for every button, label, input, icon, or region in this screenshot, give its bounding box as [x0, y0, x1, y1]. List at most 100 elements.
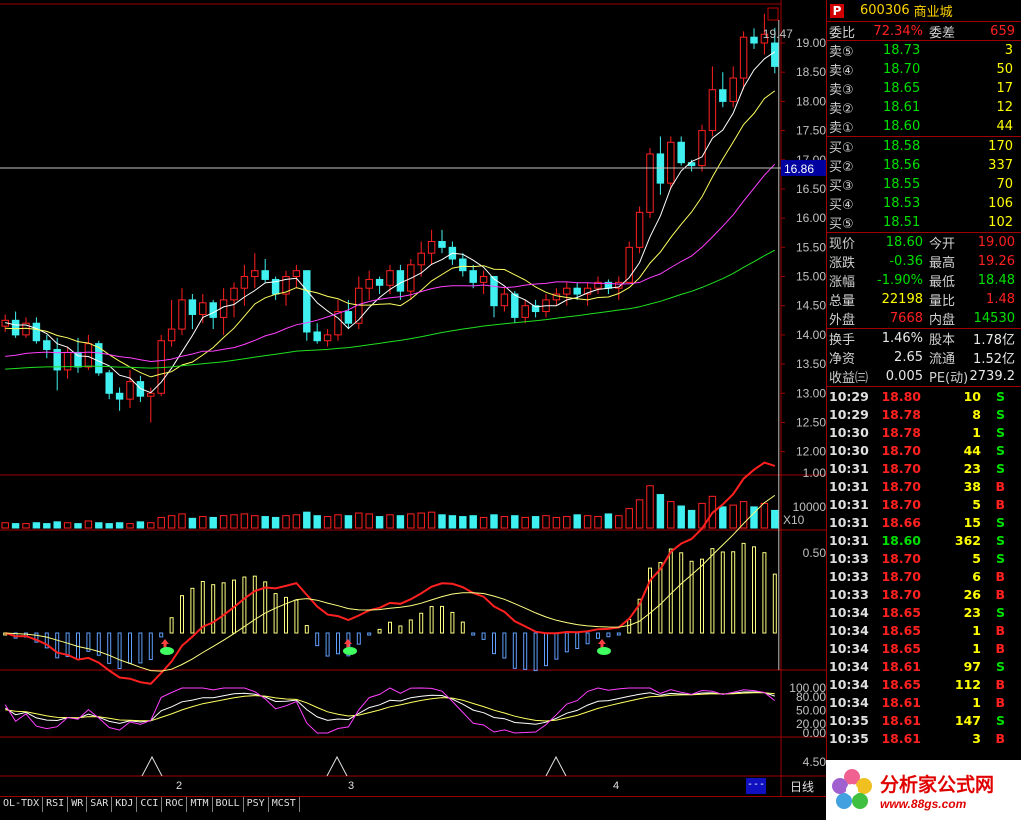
tab-wr[interactable]: WR	[68, 797, 88, 812]
tick-row[interactable]: 10:31 18.70 23 S	[827, 459, 1021, 477]
candle-down	[105, 372, 113, 394]
tick-row[interactable]: 10:35 18.61 147 S	[827, 711, 1021, 729]
candle-up	[667, 141, 675, 184]
asks-row[interactable]: 卖① 18.60 44	[827, 117, 1021, 136]
quote-value: 7668	[889, 311, 923, 326]
volume-bar-up	[355, 512, 363, 529]
signal-panel[interactable]: 4.50	[141, 755, 826, 777]
tab-boll[interactable]: BOLL	[212, 797, 244, 812]
tick-row[interactable]: 10:34 18.61 1 B	[827, 693, 1021, 711]
fund-value: 1.46%	[881, 331, 923, 346]
tab-cci[interactable]: CCI	[137, 797, 163, 812]
tick-direction: B	[995, 676, 1005, 692]
candlesticks[interactable]	[1, 13, 779, 423]
tick-price: 18.65	[881, 622, 921, 638]
tick-row[interactable]: 10:31 18.60 362 S	[827, 531, 1021, 549]
volume-bar-up	[22, 523, 30, 529]
quote-value: 18.60	[885, 235, 923, 250]
volume-bar-down	[719, 506, 727, 529]
asks-row[interactable]: 卖④ 18.70 50	[827, 60, 1021, 79]
asks-row[interactable]: 卖② 18.61 12	[827, 98, 1021, 117]
indicator-bar	[762, 552, 767, 634]
tick-row[interactable]: 10:33 18.70 5 S	[827, 549, 1021, 567]
tick-row[interactable]: 10:33 18.70 26 B	[827, 585, 1021, 603]
tick-row[interactable]: 10:29 18.80 10 S	[827, 387, 1021, 405]
volume-bars[interactable]: 10000X10	[1, 485, 826, 529]
tick-row[interactable]: 10:34 18.65 1 B	[827, 639, 1021, 657]
tick-time: 10:34	[829, 694, 869, 710]
quote-label: 外盘	[829, 313, 856, 328]
tick-row[interactable]: 10:34 18.65 112 B	[827, 675, 1021, 693]
tick-volume: 26	[963, 586, 981, 602]
bids-price: 18.55	[883, 177, 921, 192]
tick-row[interactable]: 10:31 18.70 5 B	[827, 495, 1021, 513]
volume-bar-up	[563, 516, 571, 529]
tick-row[interactable]: 10:34 18.61 97 S	[827, 657, 1021, 675]
period-label[interactable]: 日线	[790, 778, 814, 795]
bids-row[interactable]: 买① 18.58 170	[827, 137, 1021, 156]
kdj-panel[interactable]: 100.0080.0050.0020.000.00	[4, 681, 826, 740]
bids-volume: 106	[988, 196, 1013, 211]
quote-row: 涨幅 -1.90% 最低 18.48	[827, 271, 1021, 290]
bids-row[interactable]: 买④ 18.53 106	[827, 194, 1021, 213]
tab-rsi[interactable]: RSI	[43, 797, 69, 812]
moving-average-lines	[5, 51, 776, 394]
tick-row[interactable]: 10:33 18.70 6 B	[827, 567, 1021, 585]
asks-label: 卖②	[829, 102, 854, 117]
tick-direction: B	[995, 730, 1005, 746]
volume-bar-up	[157, 516, 165, 529]
asks-row[interactable]: 卖③ 18.65 17	[827, 79, 1021, 98]
tab-ol-tdx[interactable]: OL-TDX	[0, 797, 44, 812]
tab-sar[interactable]: SAR	[87, 797, 113, 812]
indicator-bar	[679, 552, 684, 634]
quote-row: 涨跌 -0.36 最高 19.26	[827, 252, 1021, 271]
tick-time: 10:29	[829, 388, 869, 404]
asks-row[interactable]: 卖⑤ 18.73 3	[827, 41, 1021, 60]
candle-up	[178, 299, 186, 330]
kdj-axis-label: 50.00	[796, 704, 826, 718]
tab-mcst[interactable]: MCST	[268, 797, 300, 812]
tab-psy[interactable]: PSY	[243, 797, 269, 812]
bids-price: 18.56	[883, 158, 921, 173]
tab-mtm[interactable]: MTM	[187, 797, 213, 812]
fund-row: 收益㈢ 0.005 PE(动) 2739.2	[827, 367, 1021, 386]
chart-area[interactable]: 19.00 18.50 18.00 17.50 17.00 16.50 16.00 15.50…	[0, 0, 826, 820]
tick-list[interactable]: 10:29 18.80 10 S 10:29 18.78 8 S 10:30 18.78 1 S 10:…	[827, 387, 1021, 747]
tick-row[interactable]: 10:34 18.65 1 B	[827, 621, 1021, 639]
volume-bar-up	[417, 512, 425, 529]
p-badge[interactable]: P	[830, 3, 844, 18]
quote-row: 外盘 7668 内盘 14530	[827, 309, 1021, 328]
dash-button[interactable]: ---	[746, 778, 766, 794]
indicator-bar	[772, 573, 777, 634]
price-tick-label: 15.50	[796, 240, 826, 254]
tab-roc[interactable]: ROC	[162, 797, 188, 812]
gem-icon	[343, 647, 357, 655]
bids-row[interactable]: 买③ 18.55 70	[827, 175, 1021, 194]
date-label-mar: 3	[348, 780, 355, 792]
indicator-panel[interactable]: 1.00 0.50	[3, 461, 826, 685]
tick-row[interactable]: 10:29 18.78 8 S	[827, 405, 1021, 423]
volume-bar-down	[32, 522, 41, 529]
candle-down	[313, 331, 321, 342]
stock-chart[interactable]: 19.0018.5018.0017.5017.0016.5016.0015.50…	[0, 0, 826, 796]
tick-direction: B	[995, 478, 1005, 494]
tick-row[interactable]: 10:34 18.65 23 S	[827, 603, 1021, 621]
volume-bar-up	[334, 514, 342, 529]
bids-row[interactable]: 买⑤ 18.51 102	[827, 213, 1021, 232]
tick-row[interactable]: 10:30 18.78 1 S	[827, 423, 1021, 441]
quote-value: -1.90%	[877, 273, 923, 288]
ask-book: 卖⑤ 18.73 3 卖④ 18.70 50 卖③ 18.65 17 卖② 18.61 12 卖① 18.…	[827, 41, 1021, 137]
quote-stats: 现价 18.60 今开 19.00 涨跌 -0.36 最高 19.26 涨幅 -1.90% 最低 18…	[827, 233, 1021, 329]
tick-price: 18.61	[881, 694, 921, 710]
tick-row[interactable]: 10:31 18.66 15 S	[827, 513, 1021, 531]
tick-row[interactable]: 10:31 18.70 38 B	[827, 477, 1021, 495]
bids-row[interactable]: 买② 18.56 337	[827, 156, 1021, 175]
tick-row[interactable]: 10:30 18.70 44 S	[827, 441, 1021, 459]
tick-price: 18.70	[881, 586, 921, 602]
tab-kdj[interactable]: KDJ	[112, 797, 138, 812]
candle-up	[292, 270, 301, 278]
tick-price: 18.70	[881, 496, 921, 512]
tick-row[interactable]: 10:35 18.61 3 B	[827, 729, 1021, 747]
price-tick-label: 12.00	[796, 445, 826, 459]
volume-bar-up	[583, 515, 592, 529]
